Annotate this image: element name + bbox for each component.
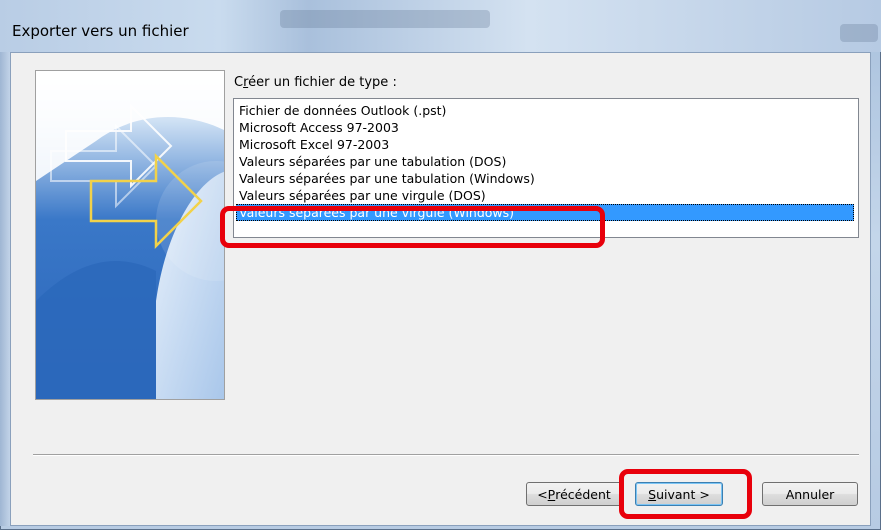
list-item-excel[interactable]: Microsoft Excel 97-2003: [236, 136, 854, 153]
wizard-banner-image: [35, 70, 225, 400]
list-item-csv-windows[interactable]: Valeurs séparées par une virgule (Window…: [236, 204, 854, 221]
list-item-csv-dos[interactable]: Valeurs séparées par une virgule (DOS): [236, 187, 854, 204]
list-item-pst[interactable]: Fichier de données Outlook (.pst): [236, 102, 854, 119]
dialog-body: Créer un fichier de type : Fichier de do…: [10, 52, 871, 526]
file-type-label: Créer un fichier de type :: [234, 75, 397, 90]
back-button[interactable]: < Précédent: [526, 482, 622, 506]
title-bar[interactable]: Exporter vers un fichier: [0, 0, 881, 52]
background-window-text: [840, 24, 878, 42]
cancel-button[interactable]: Annuler: [762, 482, 858, 506]
file-type-listbox[interactable]: Fichier de données Outlook (.pst) Micros…: [233, 98, 859, 238]
list-item-tab-dos[interactable]: Valeurs séparées par une tabulation (DOS…: [236, 153, 854, 170]
background-window-text: [280, 10, 490, 28]
button-separator: [33, 454, 859, 456]
window-border: [0, 52, 10, 526]
list-item-access[interactable]: Microsoft Access 97-2003: [236, 119, 854, 136]
window-title: Exporter vers un fichier: [12, 22, 189, 40]
list-item-tab-windows[interactable]: Valeurs séparées par une tabulation (Win…: [236, 170, 854, 187]
next-button[interactable]: Suivant >: [635, 482, 723, 506]
